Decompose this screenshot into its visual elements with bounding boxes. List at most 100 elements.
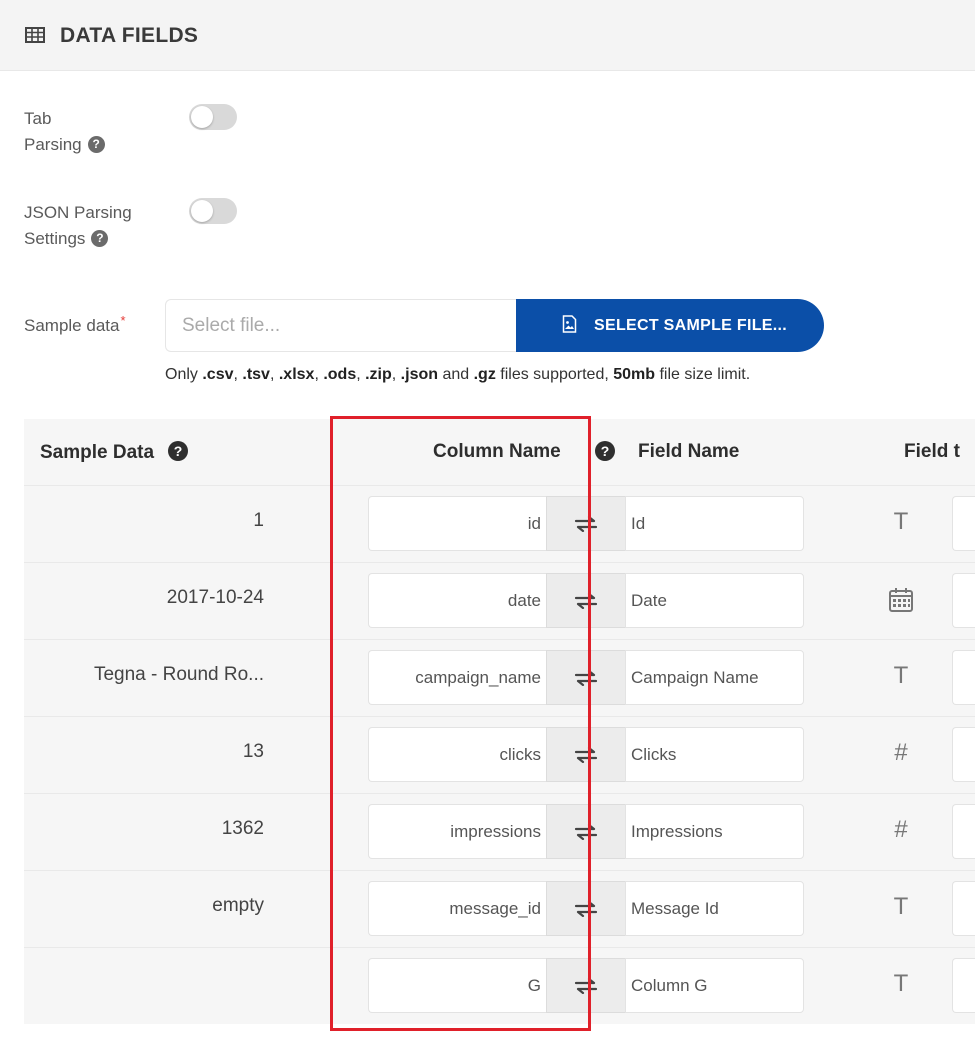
- swap-button[interactable]: [546, 727, 626, 782]
- swap-arrows-icon: [574, 593, 598, 609]
- table-row: 2017-10-24 date Date: [24, 562, 975, 639]
- hint-text: files supported,: [495, 366, 614, 383]
- field-name-input[interactable]: Clicks: [625, 727, 804, 782]
- hint-text: ,: [356, 366, 366, 383]
- field-name-input[interactable]: Column G: [625, 958, 804, 1013]
- file-format-hint: Only .csv, .tsv, .xlsx, .ods, .zip, .jso…: [165, 366, 750, 384]
- field-type-glyph: T: [893, 662, 909, 689]
- sample-data-label-text: Sample data: [24, 316, 120, 335]
- json-parsing-toggle[interactable]: [189, 198, 237, 224]
- hint-ext: .csv: [202, 366, 234, 383]
- hint-text: ,: [391, 366, 401, 383]
- sample-value: empty: [212, 895, 264, 916]
- field-name-input[interactable]: Message Id: [625, 881, 804, 936]
- field-type-select[interactable]: [952, 727, 975, 782]
- select-sample-file-button[interactable]: SELECT SAMPLE FILE...: [516, 299, 824, 352]
- text-type-icon[interactable]: T: [886, 962, 916, 1006]
- hint-ext: .xlsx: [278, 366, 315, 383]
- tab-parsing-label-line2: Parsing: [24, 135, 82, 154]
- tab-parsing-toggle[interactable]: [189, 104, 237, 130]
- hint-ext: .json: [400, 366, 439, 383]
- tab-parsing-label: Tab Parsing?: [24, 106, 105, 158]
- swap-button[interactable]: [546, 804, 626, 859]
- sample-file-input[interactable]: Select file...: [165, 299, 521, 352]
- swap-button[interactable]: [546, 496, 626, 551]
- json-parsing-help-icon[interactable]: ?: [91, 230, 109, 247]
- calendar-icon: [889, 588, 913, 612]
- sample-value: 13: [242, 741, 264, 762]
- hint-text: file size limit.: [655, 366, 751, 383]
- column-name-field[interactable]: id: [368, 496, 546, 551]
- calendar-icon[interactable]: [886, 577, 916, 628]
- swap-button[interactable]: [546, 573, 626, 628]
- field-type-glyph: T: [893, 508, 909, 535]
- sample-data-column-header: Sample Data?: [40, 441, 189, 464]
- swap-button[interactable]: [546, 881, 626, 936]
- field-name-input[interactable]: Date: [625, 573, 804, 628]
- json-parsing-label: JSON Parsing Settings?: [24, 200, 132, 252]
- column-name-field[interactable]: campaign_name: [368, 650, 546, 705]
- number-type-icon[interactable]: #: [886, 731, 916, 775]
- column-name-header: Column Name: [433, 441, 561, 462]
- swap-button[interactable]: [546, 650, 626, 705]
- table-icon: [25, 27, 45, 43]
- column-name-field[interactable]: message_id: [368, 881, 546, 936]
- hint-limit: 50mb: [613, 366, 656, 383]
- hint-text: Only: [165, 366, 203, 383]
- swap-button[interactable]: [546, 958, 626, 1013]
- text-type-icon[interactable]: T: [886, 500, 916, 544]
- sample-data-help-icon[interactable]: ?: [168, 441, 189, 461]
- tab-parsing-help-icon[interactable]: ?: [87, 136, 105, 153]
- required-mark: *: [120, 313, 126, 328]
- text-type-icon[interactable]: T: [886, 654, 916, 698]
- table-row: 1 id Id T: [24, 485, 975, 562]
- field-name-input[interactable]: Campaign Name: [625, 650, 804, 705]
- image-file-icon: [562, 315, 577, 333]
- column-name-field[interactable]: impressions: [368, 804, 546, 859]
- field-name-input[interactable]: Id: [625, 496, 804, 551]
- toggle-knob: [191, 106, 213, 128]
- swap-arrows-icon: [574, 824, 598, 840]
- swap-arrows-icon: [574, 747, 598, 763]
- hint-ext: .zip: [365, 366, 392, 383]
- section-header: DATA FIELDS: [0, 0, 975, 71]
- hint-ext: .tsv: [242, 366, 270, 383]
- sample-value: Tegna - Round Ro...: [93, 664, 264, 685]
- swap-arrows-icon: [574, 516, 598, 532]
- field-type-select[interactable]: [952, 804, 975, 859]
- table-row: empty message_id Message Id T: [24, 870, 975, 947]
- field-type-select[interactable]: [952, 881, 975, 936]
- hint-text: ,: [269, 366, 279, 383]
- json-parsing-label-line1: JSON Parsing: [24, 203, 132, 222]
- hint-ext: .ods: [323, 366, 357, 383]
- section-title: DATA FIELDS: [60, 24, 199, 47]
- field-name-header: Field Name: [638, 441, 740, 462]
- number-type-icon[interactable]: #: [886, 808, 916, 852]
- field-type-glyph: #: [894, 739, 908, 766]
- swap-arrows-icon: [574, 901, 598, 917]
- sample-value: 1362: [221, 818, 264, 839]
- swap-arrows-icon: [574, 978, 598, 994]
- swap-arrows-icon: [574, 670, 598, 686]
- field-type-select[interactable]: [952, 573, 975, 628]
- field-type-glyph: T: [893, 893, 909, 920]
- column-name-field[interactable]: clicks: [368, 727, 546, 782]
- column-name-field[interactable]: date: [368, 573, 546, 628]
- field-type-glyph: #: [894, 816, 908, 843]
- hint-text: ,: [314, 366, 324, 383]
- tab-parsing-label-line1: Tab: [24, 109, 52, 128]
- table-row: Tegna - Round Ro... campaign_name Campaign…: [24, 639, 975, 716]
- table-row: 13 clicks Clicks #: [24, 716, 975, 793]
- text-type-icon[interactable]: T: [886, 885, 916, 929]
- column-name-help-icon[interactable]: ?: [595, 441, 615, 461]
- toggle-knob: [191, 200, 213, 222]
- sample-data-label: Sample data*: [24, 313, 126, 336]
- sample-data-header-label: Sample Data: [40, 442, 155, 463]
- field-name-input[interactable]: Impressions: [625, 804, 804, 859]
- field-mapping-table: Sample Data? Column Name ? Field Name Fi…: [24, 419, 975, 1024]
- select-sample-file-label: SELECT SAMPLE FILE...: [594, 317, 787, 334]
- field-type-select[interactable]: [952, 496, 975, 551]
- field-type-select[interactable]: [952, 650, 975, 705]
- column-name-field[interactable]: G: [368, 958, 546, 1013]
- field-type-select[interactable]: [952, 958, 975, 1013]
